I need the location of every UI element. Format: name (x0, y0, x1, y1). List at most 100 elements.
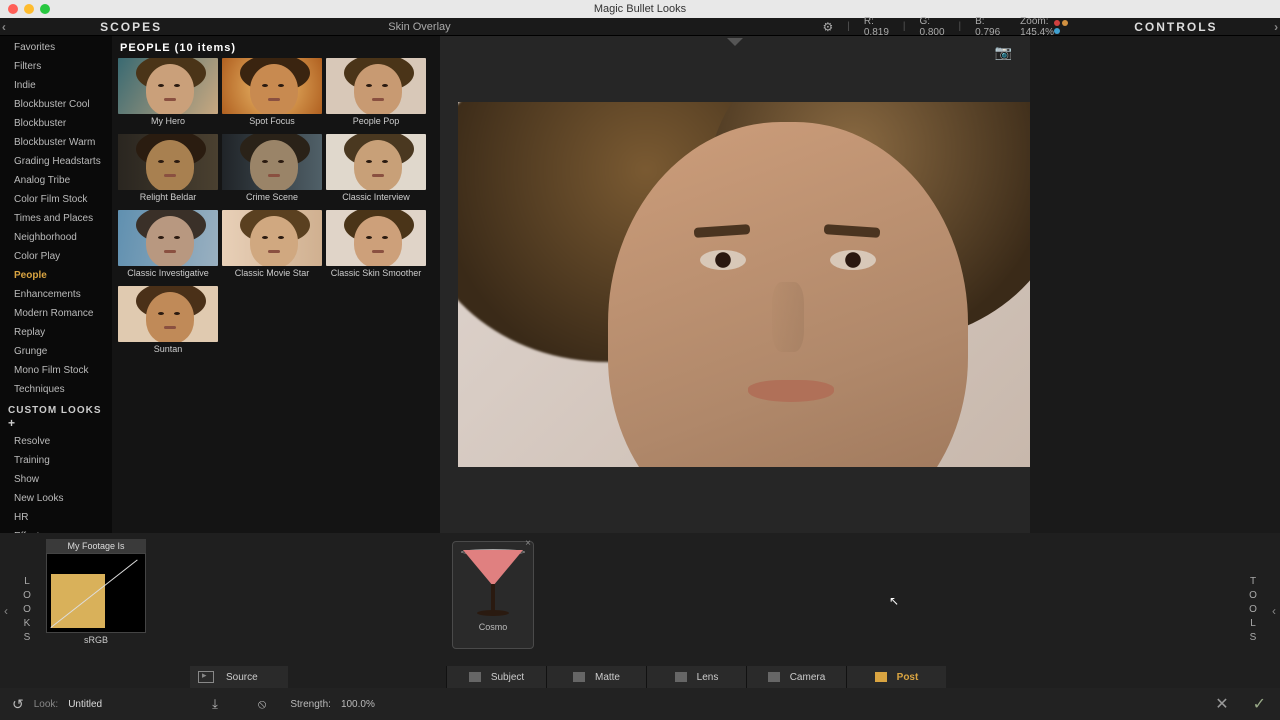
sidebar-item-neighborhood[interactable]: Neighborhood (0, 228, 112, 247)
looks-tab[interactable]: LOOKS (12, 533, 42, 688)
sidebar-item-blockbuster[interactable]: Blockbuster (0, 114, 112, 133)
cosmo-icon (463, 550, 523, 620)
sidebar-item-people[interactable]: People (0, 266, 112, 285)
source-stage[interactable]: Source (190, 666, 288, 688)
undo-icon[interactable]: ↺ (12, 696, 24, 713)
preview-canvas[interactable] (458, 102, 1030, 467)
stage-lens[interactable]: Lens (646, 666, 746, 688)
sidebar-item-show[interactable]: Show (0, 470, 112, 489)
stage-label: Lens (697, 672, 719, 683)
preset-classic-skin-smoother[interactable]: Classic Skin Smoother (326, 210, 426, 282)
cosmo-tool-card[interactable]: × Cosmo (452, 541, 534, 649)
save-icon[interactable]: ⤓ (212, 696, 218, 712)
chain-area[interactable]: × Cosmo Source Subject Matte Lens Camera Pos… (146, 533, 1238, 688)
preset-people-pop[interactable]: People Pop (326, 58, 426, 130)
readout-b: B: 0.796 (975, 16, 1000, 38)
preset-label: Classic Investigative (118, 266, 218, 282)
top-header: ‹ SCOPES Skin Overlay ⚙ | R: 0.819 | G: … (0, 18, 1280, 36)
preset-relight-beldar[interactable]: Relight Beldar (118, 134, 218, 206)
preset-my-hero[interactable]: My Hero (118, 58, 218, 130)
sidebar-item-techniques[interactable]: Techniques (0, 380, 112, 399)
sidebar-item-enhancements[interactable]: Enhancements (0, 285, 112, 304)
camera-icon[interactable]: 📷 (995, 44, 1012, 61)
stage-label: Post (897, 672, 919, 683)
custom-looks-header[interactable]: CUSTOM LOOKS + (0, 399, 112, 432)
look-value[interactable]: Untitled (68, 699, 102, 710)
sidebar-item-training[interactable]: Training (0, 451, 112, 470)
preset-classic-movie-star[interactable]: Classic Movie Star (222, 210, 322, 282)
cosmo-label: Cosmo (453, 620, 533, 632)
controls-panel (1030, 36, 1280, 533)
tools-tab[interactable]: TOOLS (1238, 533, 1268, 688)
sidebar-item-analog-tribe[interactable]: Analog Tribe (0, 171, 112, 190)
stage-icon (768, 672, 780, 682)
stage-icon (675, 672, 687, 682)
sidebar-item-new-looks[interactable]: New Looks (0, 489, 112, 508)
source-icon (198, 671, 214, 683)
stage-camera[interactable]: Camera (746, 666, 846, 688)
sidebar-item-blockbuster-warm[interactable]: Blockbuster Warm (0, 133, 112, 152)
overlay-mode[interactable]: Skin Overlay (254, 21, 584, 33)
sidebar-item-mono-film-stock[interactable]: Mono Film Stock (0, 361, 112, 380)
sidebar-item-replay[interactable]: Replay (0, 323, 112, 342)
stage-label: Matte (595, 672, 620, 683)
preset-label: Classic Interview (326, 190, 426, 206)
apply-button[interactable]: ✓ (1253, 694, 1266, 714)
window-title: Magic Bullet Looks (0, 3, 1280, 15)
preset-label: Classic Movie Star (222, 266, 322, 282)
gear-icon[interactable]: ⚙ (822, 20, 833, 34)
sidebar-item-grading-headstarts[interactable]: Grading Headstarts (0, 152, 112, 171)
chevron-right-icon[interactable]: › (1272, 20, 1280, 34)
preset-classic-interview[interactable]: Classic Interview (326, 134, 426, 206)
presets-panel: PEOPLE (10 items) My HeroSpot FocusPeopl… (112, 36, 440, 533)
preset-crime-scene[interactable]: Crime Scene (222, 134, 322, 206)
viewer-panel: 📷 (440, 36, 1030, 533)
plus-icon[interactable]: + (8, 416, 16, 430)
notch-icon (727, 38, 743, 46)
disable-icon[interactable]: ⦸ (258, 696, 266, 712)
looks-expand-icon[interactable]: ‹ (0, 533, 12, 688)
main-area: FavoritesFiltersIndieBlockbuster CoolBlo… (0, 36, 1280, 533)
stage-post[interactable]: Post (846, 666, 946, 688)
stage-subject[interactable]: Subject (446, 666, 546, 688)
stage-label: Subject (491, 672, 524, 683)
footage-card[interactable]: My Footage Is sRGB (46, 539, 146, 688)
tools-expand-icon[interactable]: ‹ (1268, 533, 1280, 688)
footage-curve (46, 553, 146, 633)
sidebar-item-times-and-places[interactable]: Times and Places (0, 209, 112, 228)
preset-label: People Pop (326, 114, 426, 130)
controls-title: CONTROLS (1080, 20, 1273, 34)
preset-label: Spot Focus (222, 114, 322, 130)
footage-header: My Footage Is (46, 539, 146, 553)
sidebar-item-indie[interactable]: Indie (0, 76, 112, 95)
category-sidebar: FavoritesFiltersIndieBlockbuster CoolBlo… (0, 36, 112, 533)
strength-value[interactable]: 100.0% (341, 699, 375, 710)
scopes-title: SCOPES (8, 20, 255, 34)
sidebar-item-hr[interactable]: HR (0, 508, 112, 527)
presets-header: PEOPLE (10 items) (118, 42, 440, 58)
sidebar-item-filters[interactable]: Filters (0, 57, 112, 76)
stage-matte[interactable]: Matte (546, 666, 646, 688)
preset-suntan[interactable]: Suntan (118, 286, 218, 358)
sidebar-item-resolve[interactable]: Resolve (0, 432, 112, 451)
cancel-button[interactable]: ✕ (1215, 694, 1228, 714)
sidebar-item-blockbuster-cool[interactable]: Blockbuster Cool (0, 95, 112, 114)
look-label: Look: (34, 699, 58, 710)
readout-zoom: Zoom: 145.4% (1020, 16, 1054, 38)
sidebar-item-favorites[interactable]: Favorites (0, 38, 112, 57)
preset-classic-investigative[interactable]: Classic Investigative (118, 210, 218, 282)
footage-footer: sRGB (46, 633, 146, 647)
sidebar-item-color-play[interactable]: Color Play (0, 247, 112, 266)
preset-label: Crime Scene (222, 190, 322, 206)
sidebar-item-grunge[interactable]: Grunge (0, 342, 112, 361)
sidebar-item-modern-romance[interactable]: Modern Romance (0, 304, 112, 323)
readout-r: R: 0.819 (864, 16, 889, 38)
preset-label: Suntan (118, 342, 218, 358)
preset-spot-focus[interactable]: Spot Focus (222, 58, 322, 130)
chain-strip: ‹ LOOKS My Footage Is sRGB × Cosmo Sourc… (0, 533, 1280, 688)
chevron-left-icon[interactable]: ‹ (0, 20, 8, 34)
stage-icon (875, 672, 887, 682)
close-icon[interactable]: × (525, 538, 531, 549)
preset-label: My Hero (118, 114, 218, 130)
sidebar-item-color-film-stock[interactable]: Color Film Stock (0, 190, 112, 209)
